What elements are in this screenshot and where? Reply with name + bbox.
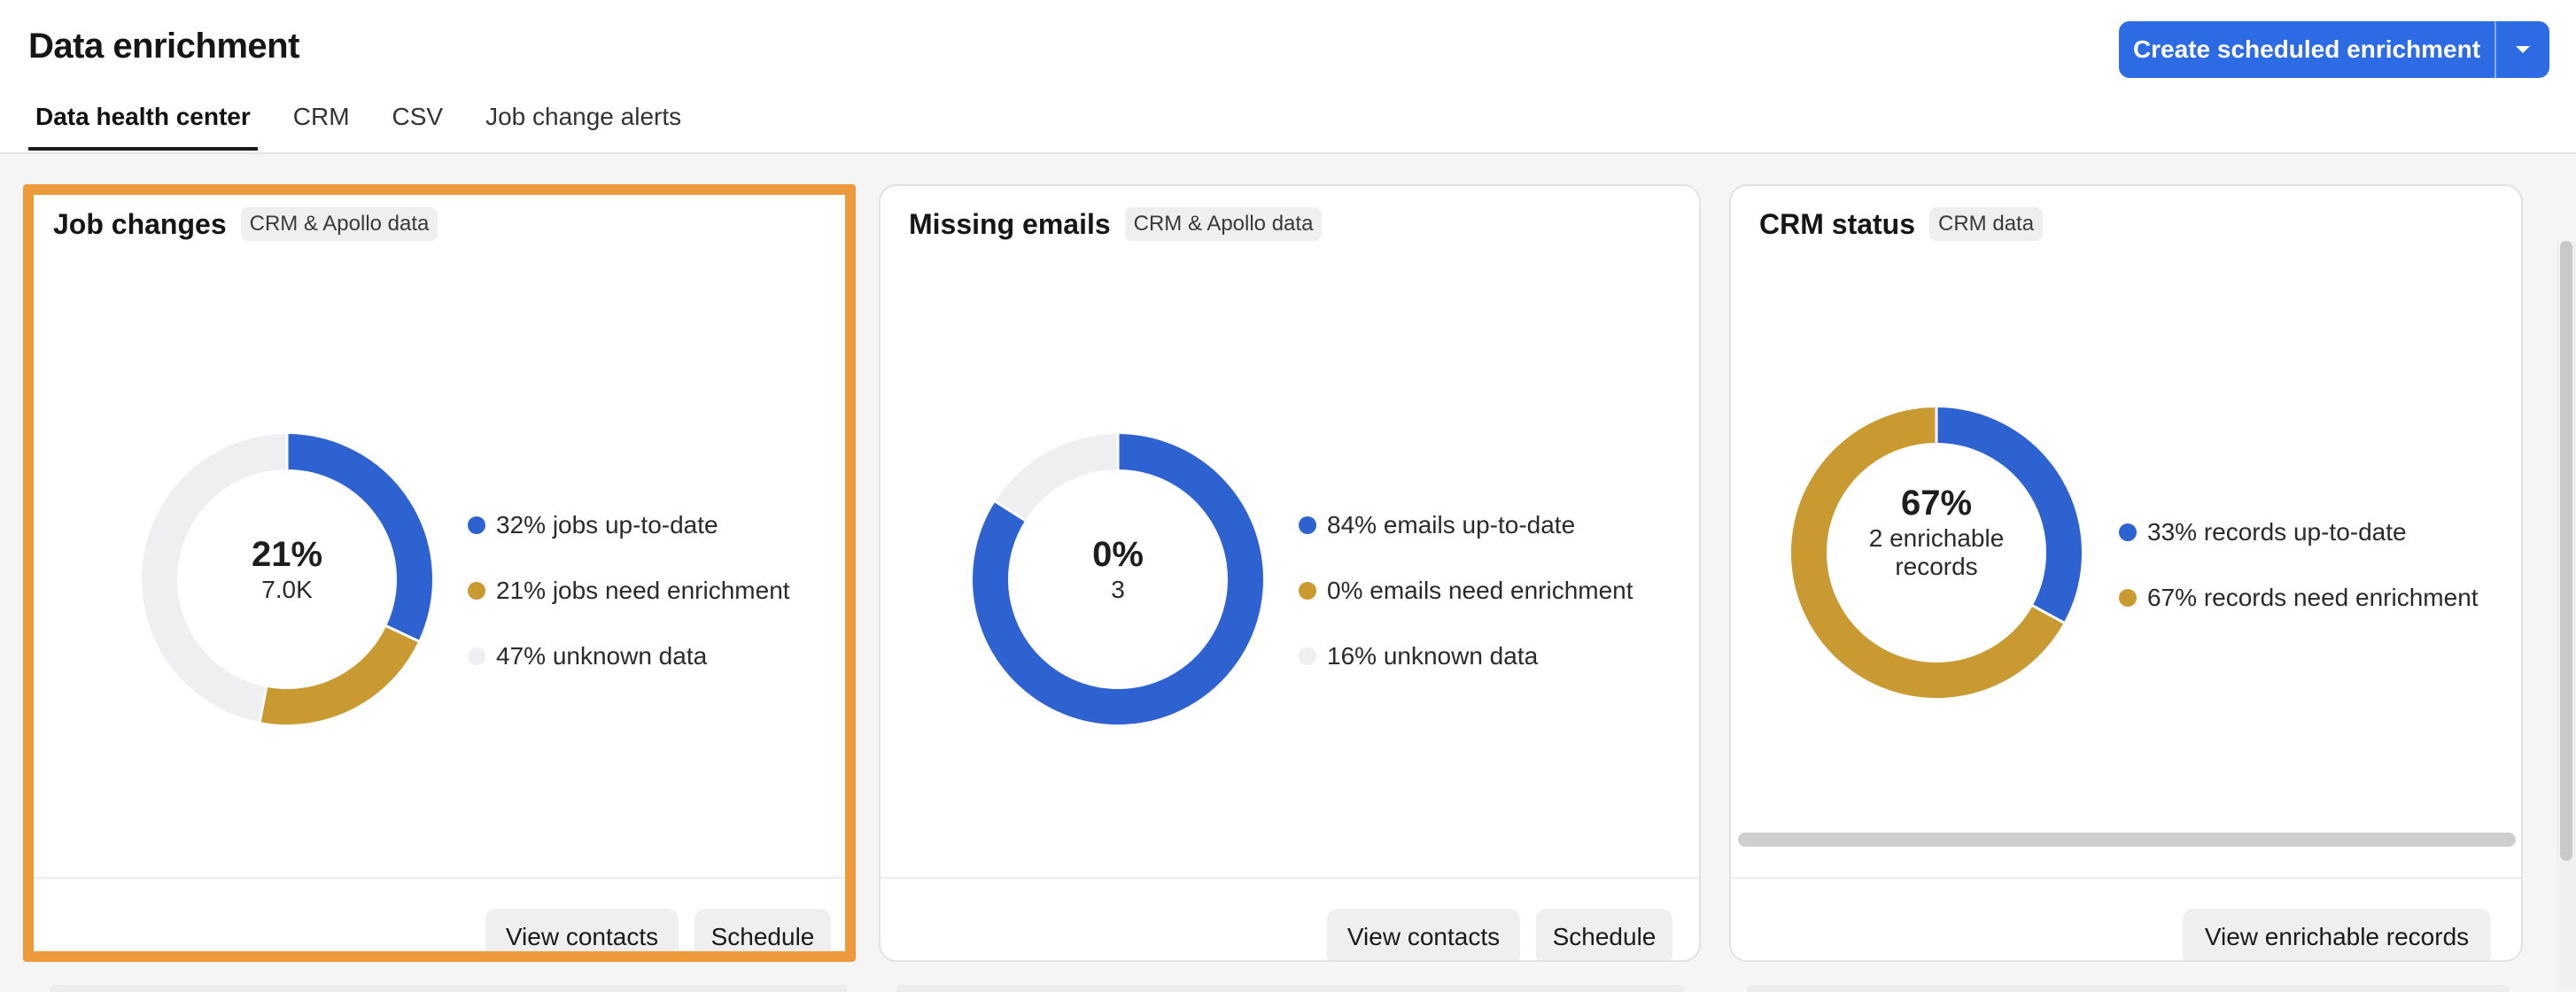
create-options-dropdown-button[interactable] bbox=[2495, 21, 2549, 78]
donut-center-subtitle-line2: records bbox=[1895, 553, 1978, 580]
chart-legend: 84% emails up-to-date 0% emails need enr… bbox=[1299, 492, 1633, 689]
legend-dot bbox=[468, 647, 485, 665]
vertical-scrollbar[interactable] bbox=[2557, 241, 2576, 990]
legend-label: 84% emails up-to-date bbox=[1327, 511, 1576, 539]
tab-csv[interactable]: CSV bbox=[385, 97, 451, 151]
crm-status-card[interactable]: CRM status CRM data 67% 2 enrichable rec… bbox=[1729, 184, 2523, 962]
donut-center-subtitle-line1: 2 enrichable bbox=[1868, 524, 2005, 552]
donut-center-value: 21% bbox=[251, 535, 323, 574]
chart-legend: 32% jobs up-to-date 21% jobs need enrich… bbox=[468, 492, 790, 689]
card-header: CRM status CRM data bbox=[1759, 207, 2044, 241]
legend-label: 67% records need enrichment bbox=[2147, 584, 2479, 611]
legend-label: 21% jobs need enrichment bbox=[496, 577, 790, 604]
donut-center-value: 0% bbox=[1092, 535, 1144, 574]
legend-dot bbox=[2119, 589, 2137, 607]
vertical-scrollbar-thumb[interactable] bbox=[2560, 241, 2572, 861]
card-title: Job changes bbox=[53, 207, 227, 240]
schedule-button[interactable]: Schedule bbox=[694, 909, 831, 951]
donut-center: 21% 7.0K bbox=[131, 533, 443, 604]
chevron-down-icon bbox=[2516, 46, 2530, 53]
legend-item: 84% emails up-to-date bbox=[1299, 492, 1633, 558]
legend-label: 32% jobs up-to-date bbox=[496, 511, 718, 539]
legend-item: 47% unknown data bbox=[468, 624, 790, 689]
next-row-card-edge bbox=[50, 985, 847, 992]
dashboard-content: Job changes CRM & Apollo data 21% 7.0K 3… bbox=[0, 154, 2576, 992]
legend-dot bbox=[1299, 582, 1316, 600]
card-header: Job changes CRM & Apollo data bbox=[53, 207, 438, 241]
create-scheduled-enrichment-label[interactable]: Create scheduled enrichment bbox=[2119, 21, 2495, 78]
card-title: CRM status bbox=[1759, 207, 1916, 240]
legend-item: 21% jobs need enrichment bbox=[468, 558, 790, 624]
legend-dot bbox=[468, 582, 485, 600]
view-enrichable-records-button[interactable]: View enrichable records bbox=[2183, 909, 2491, 960]
donut-center-value: 67% bbox=[1900, 484, 1973, 523]
donut-center: 0% 3 bbox=[962, 533, 1274, 604]
legend-dot bbox=[1299, 516, 1316, 534]
legend-dot bbox=[468, 516, 485, 534]
tab-bar: Data health center CRM CSV Job change al… bbox=[28, 97, 717, 152]
donut-center: 67% 2 enrichable records bbox=[1781, 482, 2092, 581]
legend-label: 33% records up-to-date bbox=[2147, 518, 2407, 546]
tab-data-health-center[interactable]: Data health center bbox=[28, 97, 258, 151]
chart-legend: 33% records up-to-date 67% records need … bbox=[2119, 500, 2479, 631]
missing-emails-card[interactable]: Missing emails CRM & Apollo data 0% 3 84… bbox=[879, 184, 1701, 962]
next-row-card-edge bbox=[896, 985, 1685, 992]
legend-item: 16% unknown data bbox=[1299, 624, 1633, 689]
view-contacts-button[interactable]: View contacts bbox=[1327, 909, 1520, 960]
donut-segment bbox=[260, 625, 419, 725]
data-source-tag: CRM & Apollo data bbox=[240, 207, 438, 241]
data-source-tag: CRM & Apollo data bbox=[1124, 207, 1323, 241]
donut-segment bbox=[995, 434, 1119, 522]
schedule-button[interactable]: Schedule bbox=[1536, 909, 1672, 960]
job-changes-card[interactable]: Job changes CRM & Apollo data 21% 7.0K 3… bbox=[23, 184, 856, 962]
legend-item: 0% emails need enrichment bbox=[1299, 558, 1633, 624]
legend-label: 0% emails need enrichment bbox=[1327, 577, 1633, 604]
horizontal-scrollbar[interactable] bbox=[1738, 833, 2516, 847]
donut-center-subtitle: 3 bbox=[1111, 576, 1125, 603]
page-header: Data enrichment Data health center CRM C… bbox=[0, 0, 2576, 154]
card-title: Missing emails bbox=[909, 207, 1111, 240]
card-header: Missing emails CRM & Apollo data bbox=[909, 207, 1323, 241]
donut-center-subtitle: 7.0K bbox=[261, 576, 313, 603]
legend-dot bbox=[1299, 647, 1316, 665]
legend-item: 32% jobs up-to-date bbox=[468, 492, 790, 558]
tab-job-change-alerts[interactable]: Job change alerts bbox=[478, 97, 688, 151]
data-source-tag: CRM data bbox=[1929, 207, 2044, 241]
page-title: Data enrichment bbox=[28, 27, 299, 66]
legend-item: 33% records up-to-date bbox=[2119, 500, 2479, 565]
next-row-card-edge bbox=[1747, 985, 2509, 992]
tab-crm[interactable]: CRM bbox=[286, 97, 357, 151]
legend-item: 67% records need enrichment bbox=[2119, 565, 2479, 631]
legend-label: 16% unknown data bbox=[1327, 642, 1539, 670]
legend-label: 47% unknown data bbox=[496, 642, 708, 670]
legend-dot bbox=[2119, 523, 2137, 541]
view-contacts-button[interactable]: View contacts bbox=[485, 909, 679, 951]
create-scheduled-enrichment-button[interactable]: Create scheduled enrichment bbox=[2119, 21, 2549, 78]
